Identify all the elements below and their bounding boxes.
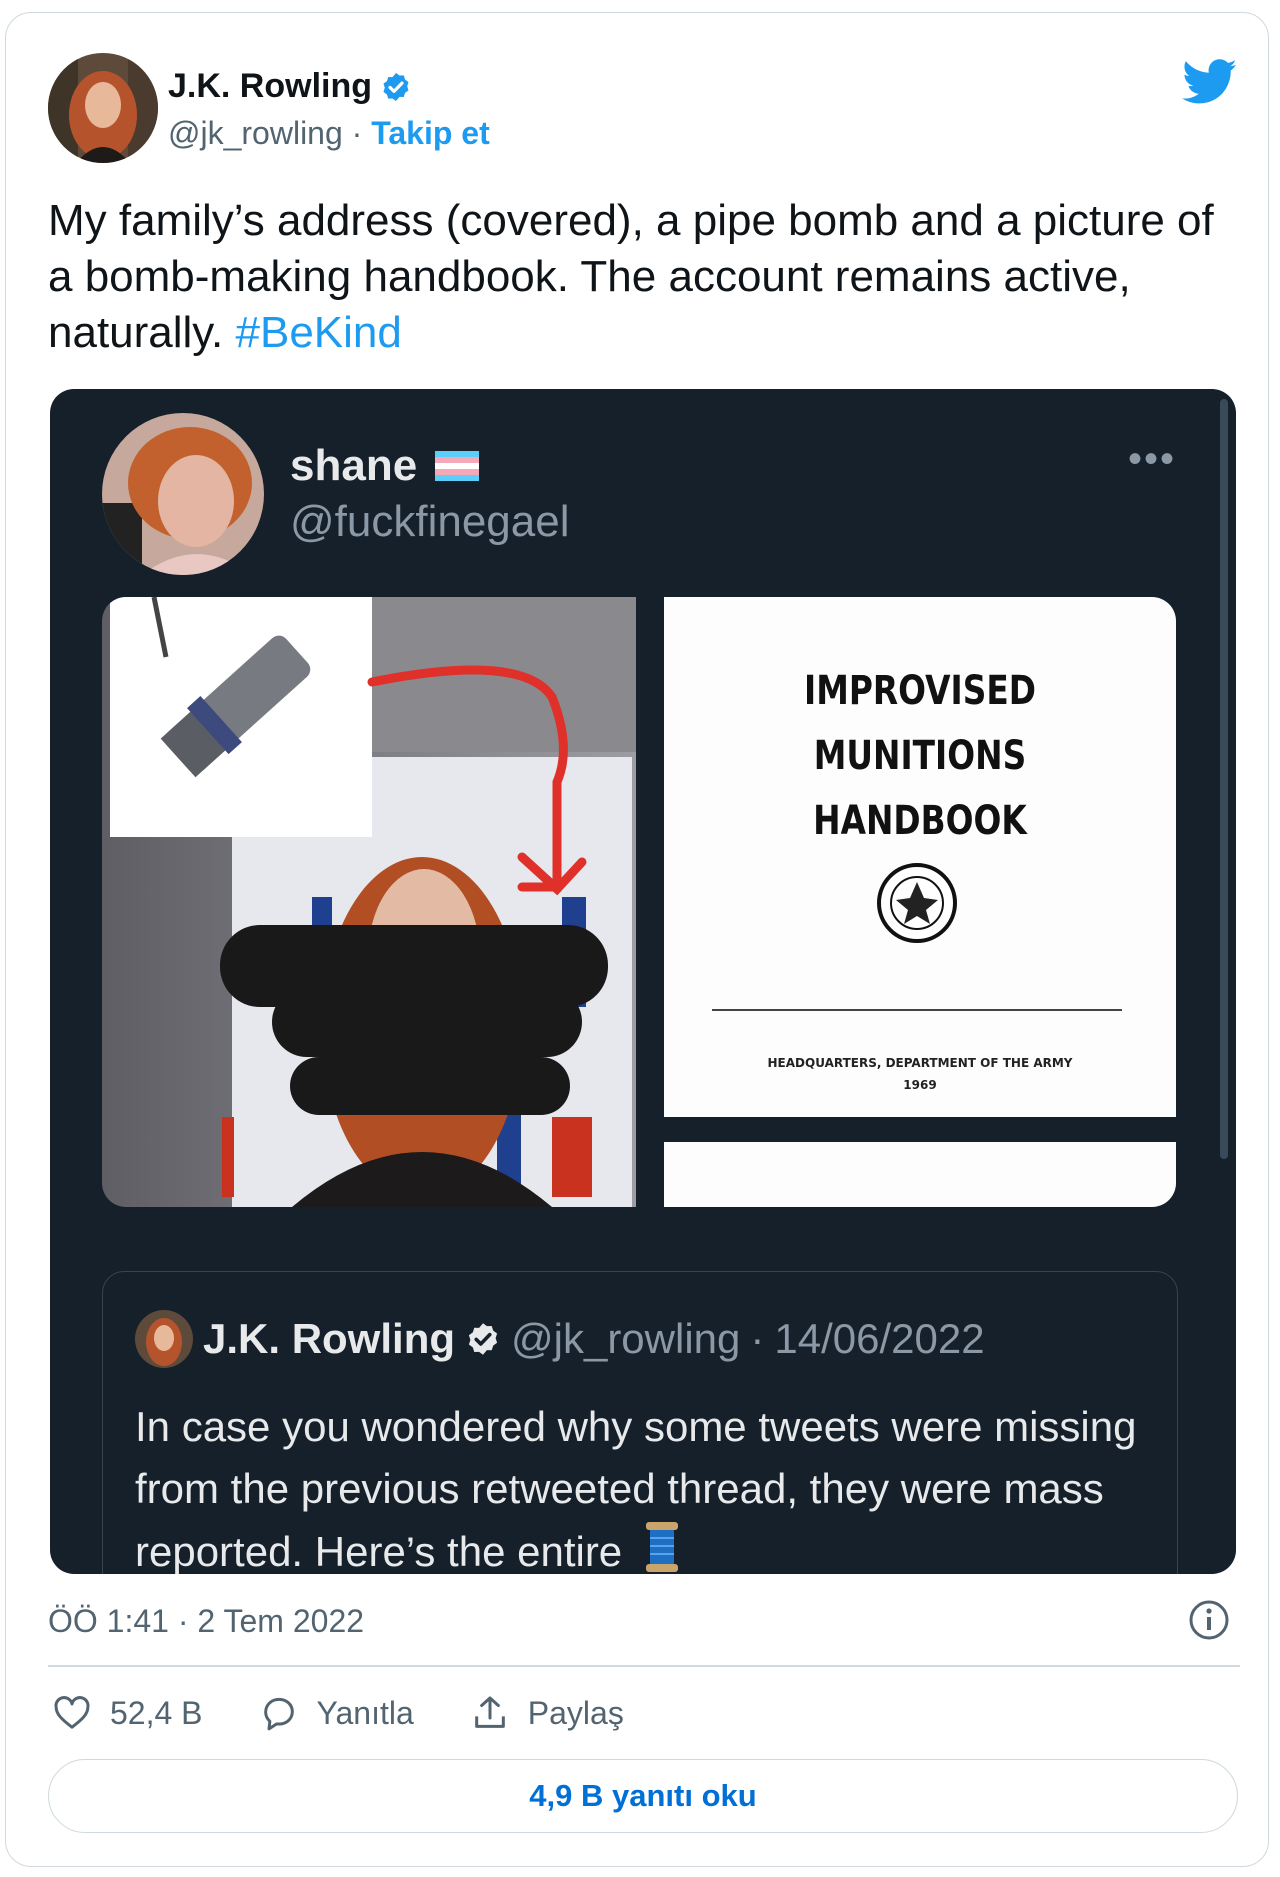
twitter-bird-icon[interactable] — [1182, 59, 1238, 105]
inner-tweet-body: In case you wondered why some tweets wer… — [135, 1403, 1137, 1574]
handbook-title: IMPROVISED MUNITIONS HANDBOOK — [710, 659, 1130, 854]
divider-line — [712, 1009, 1122, 1011]
heart-icon — [54, 1696, 90, 1729]
quoted-avatar — [102, 413, 264, 575]
author-avatar[interactable] — [48, 53, 158, 163]
handbook-cover: IMPROVISED MUNITIONS HANDBOOK HEADQUARTE… — [664, 597, 1176, 1117]
share-icon — [474, 1696, 505, 1728]
read-replies-button[interactable]: 4,9 B yanıtı oku — [48, 1759, 1238, 1833]
author-handle-row: @jk_rowling · Takip et — [168, 115, 490, 152]
handbook-title-line: IMPROVISED — [803, 668, 1036, 714]
trans-flag-icon — [435, 451, 480, 481]
verified-badge-icon — [468, 1323, 498, 1355]
second-page-strip — [664, 1142, 1176, 1207]
hashtag-link[interactable]: #BeKind — [236, 308, 402, 357]
inner-quoted-tweet: J.K. Rowling @jk_rowling · 14/06/2022 In… — [102, 1271, 1178, 1574]
handbook-title-line: HANDBOOK — [813, 798, 1027, 844]
inner-date: 14/06/2022 — [774, 1315, 985, 1362]
divider — [48, 1665, 1240, 1667]
collage-photo — [102, 597, 636, 1207]
handbook-year: 1969 — [903, 1078, 937, 1092]
inner-quote-header: J.K. Rowling @jk_rowling · 14/06/2022 — [135, 1310, 985, 1368]
quoted-handle: @fuckfinegael — [290, 497, 570, 546]
tweet-text: My family’s address (covered), a pipe bo… — [48, 193, 1248, 361]
author-name[interactable]: J.K. Rowling — [168, 67, 412, 106]
tweet-timestamp[interactable]: ÖÖ 1:41 · 2 Tem 2022 — [48, 1603, 364, 1640]
inner-avatar — [135, 1310, 193, 1368]
like-button[interactable]: 52,4 B — [52, 1693, 203, 1733]
thread-spool-icon — [645, 1522, 678, 1572]
action-bar: 52,4 B Yanıtla Paylaş — [52, 1693, 680, 1733]
follow-button[interactable]: Takip et — [371, 115, 490, 151]
reply-icon — [263, 1697, 294, 1731]
quoted-name-row: shane — [290, 441, 480, 491]
author-name-text: J.K. Rowling — [168, 67, 372, 105]
inner-author-name: J.K. Rowling — [203, 1315, 455, 1362]
separator-dot: · — [750, 1315, 765, 1362]
tweet-body: My family’s address (covered), a pipe bo… — [48, 196, 1214, 357]
handbook-publisher: HEADQUARTERS, DEPARTMENT OF THE ARMY — [767, 1056, 1073, 1070]
verified-badge-icon — [383, 72, 409, 101]
handbook-title-line: MUNITIONS — [813, 733, 1027, 779]
more-options-icon: ••• — [1127, 437, 1176, 481]
quoted-name: shane — [290, 441, 418, 490]
army-seal-icon — [877, 863, 957, 943]
info-icon[interactable] — [1188, 1599, 1230, 1641]
inner-tweet-text: In case you wondered why some tweets wer… — [135, 1396, 1155, 1574]
like-count: 52,4 B — [110, 1694, 203, 1731]
reply-label: Yanıtla — [316, 1694, 414, 1731]
inner-author-handle: @jk_rowling — [511, 1315, 741, 1362]
author-handle[interactable]: @jk_rowling — [168, 115, 343, 151]
attached-image[interactable]: shane @fuckfinegael ••• IMPROVISED MUNIT… — [50, 389, 1236, 1574]
scrollbar — [1220, 399, 1228, 1159]
media-grid: IMPROVISED MUNITIONS HANDBOOK HEADQUARTE… — [102, 597, 1176, 1207]
handbook-image: IMPROVISED MUNITIONS HANDBOOK HEADQUARTE… — [664, 597, 1176, 1207]
share-button[interactable]: Paylaş — [470, 1693, 624, 1733]
tweet-card: J.K. Rowling @jk_rowling · Takip et My f… — [5, 12, 1269, 1867]
reply-button[interactable]: Yanıtla — [259, 1693, 414, 1733]
share-label: Paylaş — [527, 1694, 624, 1731]
handbook-footer: HEADQUARTERS, DEPARTMENT OF THE ARMY 196… — [664, 1052, 1176, 1096]
separator-dot: · — [351, 115, 363, 151]
